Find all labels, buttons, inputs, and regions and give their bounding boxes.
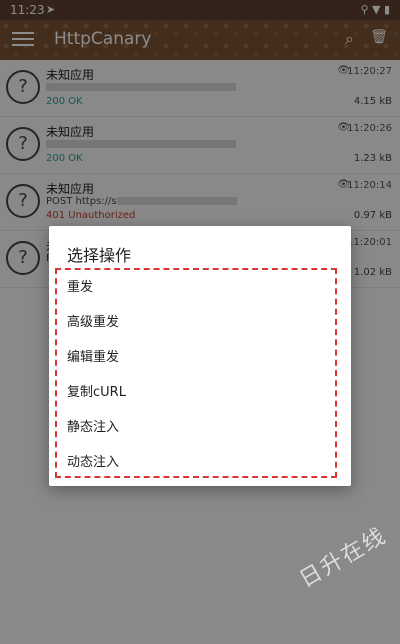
option-edit-resend[interactable]: 编辑重发 <box>57 340 335 375</box>
option-dynamic-inject[interactable]: 动态注入 <box>57 445 335 480</box>
choose-action-dialog: 选择操作 重发 高级重发 编辑重发 复制cURL 静态注入 动态注入 <box>49 226 351 486</box>
option-copy-curl[interactable]: 复制cURL <box>57 375 335 410</box>
option-resend[interactable]: 重发 <box>57 270 335 305</box>
dialog-title: 选择操作 <box>67 246 132 265</box>
option-static-inject[interactable]: 静态注入 <box>57 410 335 445</box>
option-advanced-resend[interactable]: 高级重发 <box>57 305 335 340</box>
dialog-options: 重发 高级重发 编辑重发 复制cURL 静态注入 动态注入 <box>55 268 337 478</box>
